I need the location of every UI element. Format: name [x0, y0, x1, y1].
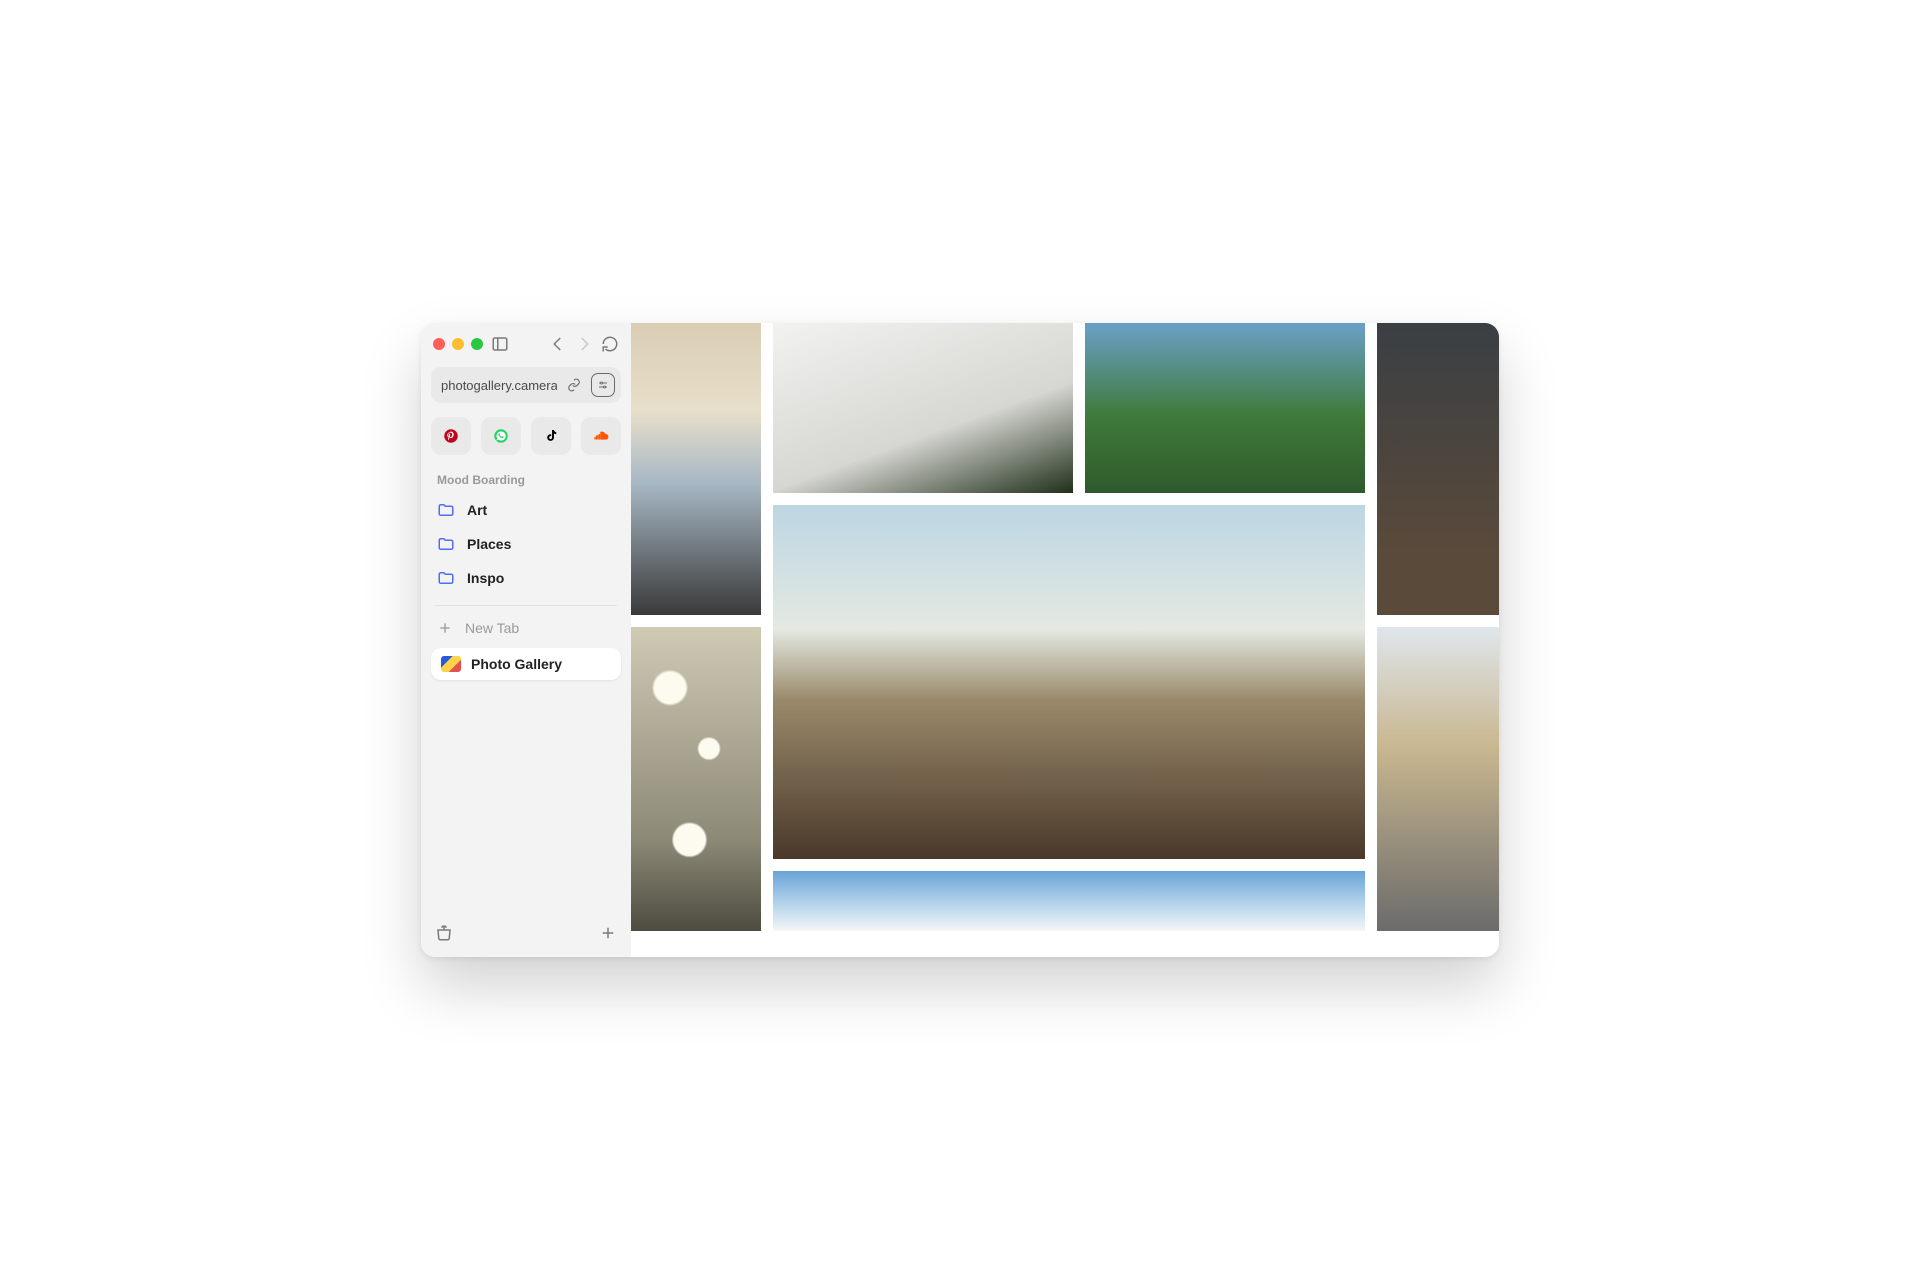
folder-places[interactable]: Places	[431, 527, 621, 561]
sidebar: photogallery.camera Mood Boarding	[421, 323, 631, 957]
copy-link-icon[interactable]	[563, 374, 585, 396]
gallery-image[interactable]	[1377, 627, 1499, 931]
reload-icon[interactable]	[601, 335, 619, 353]
sidebar-section-label: Mood Boarding	[437, 473, 615, 487]
tab-label: Photo Gallery	[471, 656, 562, 672]
gallery-image[interactable]	[631, 323, 761, 615]
site-settings-icon[interactable]	[591, 373, 615, 397]
archive-icon[interactable]	[435, 924, 453, 947]
url-text: photogallery.camera	[441, 378, 557, 393]
back-icon[interactable]	[549, 335, 567, 353]
folder-label: Places	[467, 536, 511, 552]
folder-icon	[437, 501, 455, 519]
gallery-image[interactable]	[773, 871, 1365, 931]
pinned-tiktok[interactable]	[531, 417, 571, 455]
page-content	[631, 323, 1499, 957]
gallery-image[interactable]	[631, 627, 761, 931]
folder-icon	[437, 535, 455, 553]
gallery-image[interactable]	[773, 323, 1073, 493]
gallery-image[interactable]	[1085, 323, 1365, 493]
gallery-image[interactable]	[1377, 323, 1499, 615]
traffic-lights	[433, 338, 483, 350]
close-window-button[interactable]	[433, 338, 445, 350]
window-controls-row	[431, 335, 621, 367]
new-tab-label: New Tab	[465, 620, 519, 636]
divider	[435, 605, 617, 606]
new-tab-button[interactable]: New Tab	[431, 610, 621, 646]
folder-art[interactable]: Art	[431, 493, 621, 527]
fullscreen-window-button[interactable]	[471, 338, 483, 350]
plus-icon	[437, 620, 453, 636]
browser-window: photogallery.camera Mood Boarding	[421, 323, 1499, 957]
folder-label: Inspo	[467, 570, 504, 586]
pinned-whatsapp[interactable]	[481, 417, 521, 455]
folder-inspo[interactable]: Inspo	[431, 561, 621, 595]
tab-favicon	[441, 656, 461, 672]
pinned-sites	[431, 417, 621, 455]
sidebar-bottom-bar	[431, 920, 621, 947]
minimize-window-button[interactable]	[452, 338, 464, 350]
folder-label: Art	[467, 502, 487, 518]
tab-photo-gallery[interactable]: Photo Gallery	[431, 648, 621, 680]
add-icon[interactable]	[599, 924, 617, 947]
forward-icon[interactable]	[575, 335, 593, 353]
folder-icon	[437, 569, 455, 587]
pinned-soundcloud[interactable]	[581, 417, 621, 455]
gallery-image[interactable]	[773, 505, 1365, 859]
pinned-pinterest[interactable]	[431, 417, 471, 455]
sidebar-toggle-icon[interactable]	[491, 335, 509, 353]
address-bar[interactable]: photogallery.camera	[431, 367, 621, 403]
